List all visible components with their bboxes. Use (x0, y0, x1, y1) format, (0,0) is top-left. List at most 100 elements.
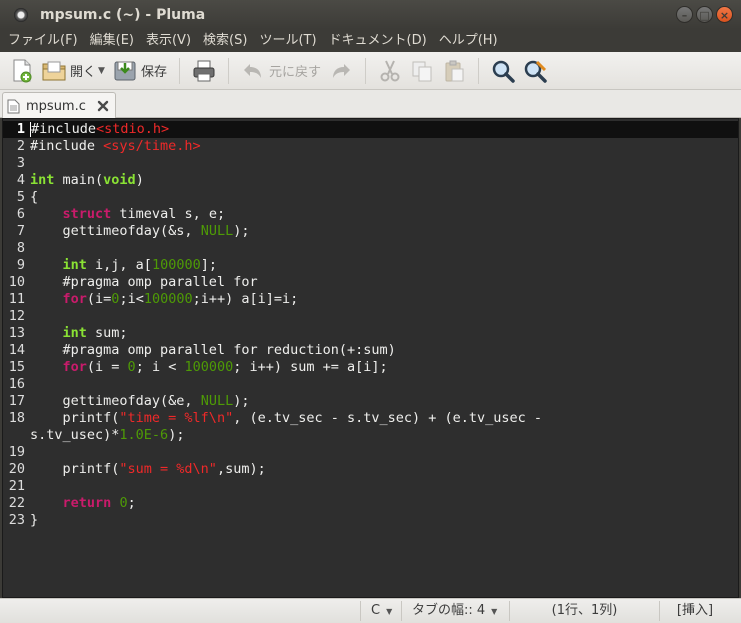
minimize-button[interactable]: – (676, 6, 693, 23)
line-number: 22 (8, 495, 25, 511)
tab-mpsum-c[interactable]: mpsum.c (2, 92, 116, 119)
document-tab-strip: mpsum.c (0, 90, 741, 119)
flow-keyword: struct (62, 206, 112, 222)
tab-width-dropdown-icon: ▼ (491, 607, 498, 616)
copy-icon (410, 59, 434, 83)
line-text: int sum; (30, 325, 128, 342)
find-button[interactable] (487, 56, 519, 86)
code-line[interactable]: 15 for(i = 0; i < 100000; i++) sum += a[… (3, 359, 738, 376)
app-icon (14, 7, 28, 22)
insert-mode-indicator: [挿入] (676, 603, 714, 618)
tab-width-selector[interactable]: タブの幅:: 4 ▼ (402, 601, 510, 621)
language-selector[interactable]: C ▼ (360, 601, 402, 621)
code-line[interactable]: 12 (3, 308, 738, 325)
print-button[interactable] (188, 56, 220, 86)
code-line[interactable]: 2 #include <sys/time.h> (3, 138, 738, 155)
menu-help[interactable]: ヘルプ(H) (433, 29, 504, 52)
folder-icon (42, 59, 66, 83)
line-number: 21 (8, 478, 25, 494)
constant: NULL (200, 223, 234, 239)
code-line[interactable]: 17 gettimeofday(&e, NULL); (3, 393, 738, 410)
code-editor[interactable]: 1 #include<stdio.h> 2 #include <sys/time.h>… (2, 118, 739, 598)
line-number: 2 (16, 138, 25, 154)
code-line[interactable]: 10 #pragma omp parallel for (3, 274, 738, 291)
code-line[interactable]: 6 struct timeval s, e; (3, 206, 738, 223)
menu-file[interactable]: ファイル(F) (2, 29, 84, 52)
code-line[interactable]: 14 #pragma omp parallel for reduction(+:… (3, 342, 738, 359)
find-replace-icon (523, 59, 547, 83)
scissors-icon (378, 59, 402, 83)
line-number: 23 (8, 512, 25, 528)
code-line[interactable]: 11 for(i=0;i<100000;i++) a[i]=i; (3, 291, 738, 308)
code-text: (i= (86, 291, 112, 307)
line-text: #pragma omp parallel for reduction(+:sum… (30, 342, 396, 359)
open-recent-arrow-icon[interactable]: ▼ (98, 66, 105, 76)
code-line[interactable]: 22 return 0; (3, 495, 738, 512)
tab-label: mpsum.c (26, 98, 86, 114)
line-text: #include<stdio.h> (30, 121, 169, 138)
code-line[interactable]: 19 (3, 444, 738, 461)
open-label: 開く (70, 65, 97, 80)
code-text: } (30, 512, 39, 528)
code-line[interactable]: 1 #include<stdio.h> (3, 121, 738, 138)
open-button[interactable]: 開く ▼ (38, 56, 109, 86)
close-button[interactable]: × (716, 6, 733, 23)
code-line[interactable]: 7 gettimeofday(&s, NULL); (3, 223, 738, 240)
line-text: int main(void) (30, 172, 144, 189)
menu-documents[interactable]: ドキュメント(D) (323, 29, 433, 52)
code-line[interactable]: 3 (3, 155, 738, 172)
code-line[interactable]: 16 (3, 376, 738, 393)
line-text: printf("sum = %d\n",sum); (30, 461, 266, 478)
code-line[interactable]: 8 (3, 240, 738, 257)
flow-keyword: for (62, 291, 87, 307)
code-line[interactable]: 9 int i,j, a[100000]; (3, 257, 738, 274)
code-text: ]; (200, 257, 217, 273)
new-document-button[interactable] (6, 56, 38, 86)
menu-search[interactable]: 検索(S) (197, 29, 253, 52)
code-line[interactable]: 5{ (3, 189, 738, 206)
code-text: printf( (30, 461, 120, 477)
line-text: for(i=0;i<100000;i++) a[i]=i; (30, 291, 299, 308)
code-text: #include (31, 121, 97, 137)
code-text: ); (233, 223, 250, 239)
tab-close-icon[interactable] (96, 99, 110, 113)
undo-button[interactable]: 元に戻す (237, 56, 325, 86)
language-label: C (371, 603, 381, 618)
code-text: ); (168, 427, 185, 443)
save-button[interactable]: 保存 (109, 56, 171, 86)
code-line[interactable]: s.tv_usec)*1.0E-6); (3, 427, 738, 444)
code-line[interactable]: 23} (3, 512, 738, 529)
cursor-position: (1行、1列) (510, 601, 660, 621)
menu-tools[interactable]: ツール(T) (253, 29, 322, 52)
menu-edit[interactable]: 編集(E) (84, 29, 140, 52)
redo-button[interactable] (325, 56, 357, 86)
title-bar: mpsum.c (~) - Pluma – □ × (0, 0, 741, 29)
code-line[interactable]: 4 int main(void) (3, 172, 738, 189)
line-text: struct timeval s, e; (30, 206, 226, 223)
code-text: , (e.tv_sec - s.tv_sec) + (e.tv_usec - (233, 410, 543, 426)
code-line[interactable]: 20 printf("sum = %d\n",sum); (3, 461, 738, 478)
code-text: ;i++) a[i]=i; (192, 291, 299, 307)
code-text: timeval s, e; (111, 206, 226, 222)
line-number: 1 (16, 121, 25, 137)
code-text: #include (30, 138, 104, 154)
code-line[interactable]: 21 (3, 478, 738, 495)
copy-button[interactable] (406, 56, 438, 86)
maximize-button[interactable]: □ (696, 6, 713, 23)
line-number: 9 (16, 257, 25, 273)
line-number: 20 (8, 461, 25, 477)
code-line[interactable]: 18 printf("time = %lf\n", (e.tv_sec - s.… (3, 410, 738, 427)
line-text: for(i = 0; i < 100000; i++) sum += a[i]; (30, 359, 388, 376)
line-number: 17 (8, 393, 25, 409)
string-literal: "sum = %d\n" (119, 461, 217, 477)
code-line[interactable]: 13 int sum; (3, 325, 738, 342)
number-literal: 100000 (143, 291, 193, 307)
find-replace-button[interactable] (519, 56, 551, 86)
cut-button[interactable] (374, 56, 406, 86)
undo-icon (241, 59, 265, 83)
menu-view[interactable]: 表示(V) (140, 29, 197, 52)
code-text: ;i< (119, 291, 144, 307)
paste-button[interactable] (438, 56, 470, 86)
